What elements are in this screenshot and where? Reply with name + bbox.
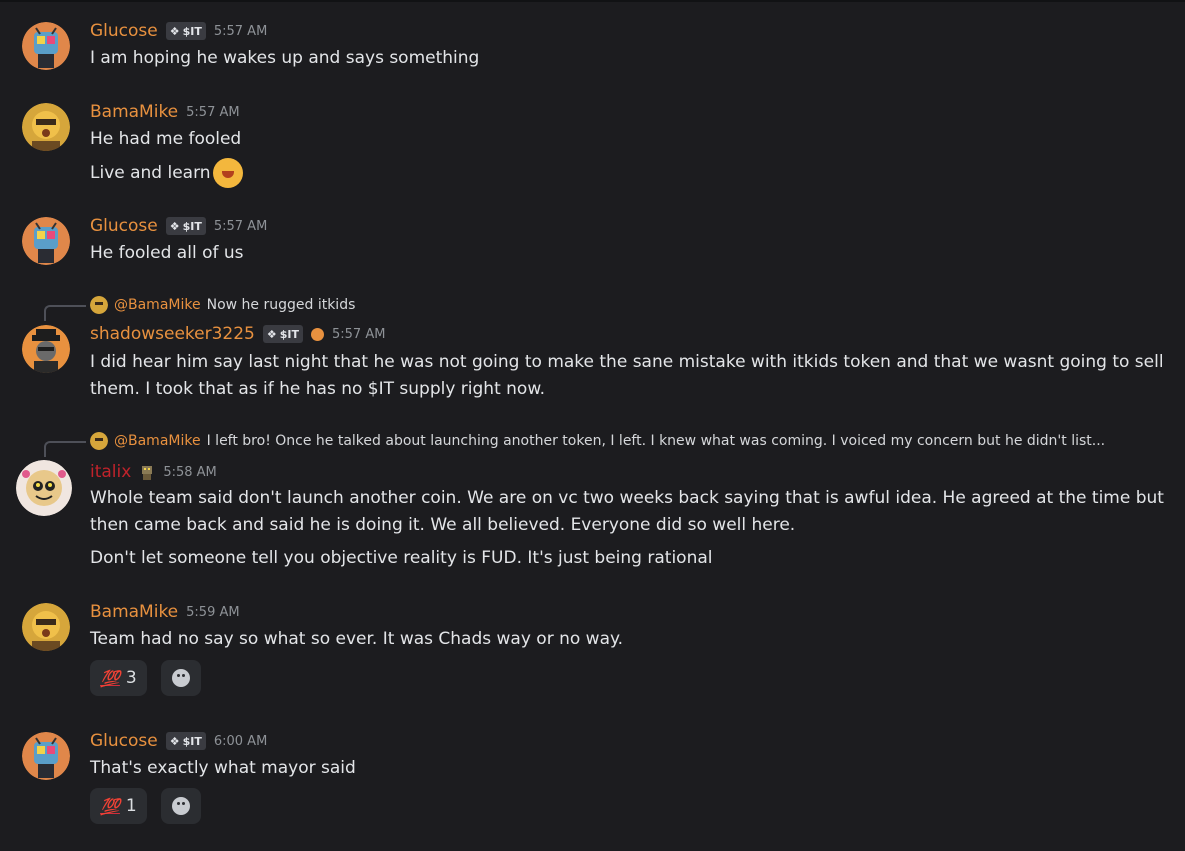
username[interactable]: shadowseeker3225 xyxy=(90,324,255,344)
avatar-bamamike-mini xyxy=(90,432,108,450)
avatar-glucose[interactable] xyxy=(22,217,70,265)
server-tag[interactable]: ❖ $IT xyxy=(165,22,206,40)
smiling-emoji xyxy=(212,158,243,188)
diamond-icon: ❖ xyxy=(169,24,180,38)
username[interactable]: Glucose xyxy=(90,21,158,41)
hundred-emoji: 💯 xyxy=(100,796,120,816)
server-tag[interactable]: ❖ $IT xyxy=(165,732,206,750)
message-text: I am hoping he wakes up and says somethi… xyxy=(90,48,480,68)
reply-mention[interactable]: @BamaMike xyxy=(114,433,201,449)
username[interactable]: BamaMike xyxy=(90,602,178,622)
diamond-icon: ❖ xyxy=(169,734,180,748)
avatar-bamamike[interactable] xyxy=(22,603,70,651)
hundred-emoji: 💯 xyxy=(100,668,120,688)
diamond-icon: ❖ xyxy=(169,219,180,233)
timestamp: 5:57 AM xyxy=(213,218,268,234)
message-text: Whole team said don't launch another coi… xyxy=(90,488,1164,508)
timestamp: 5:57 AM xyxy=(213,23,268,39)
reaction-count: 1 xyxy=(125,796,137,816)
message-text: That's exactly what mayor said xyxy=(90,758,356,778)
reaction-count: 3 xyxy=(125,668,137,688)
timestamp: 6:00 AM xyxy=(213,733,268,749)
role-icon xyxy=(139,464,155,480)
add-reaction-button[interactable] xyxy=(161,660,201,696)
avatar-bamamike[interactable] xyxy=(22,103,70,151)
timestamp: 5:57 AM xyxy=(186,104,240,120)
reply-spine xyxy=(44,441,86,457)
message-text-2: Live and learn xyxy=(90,158,243,188)
username[interactable]: Glucose xyxy=(90,216,158,236)
reply-text: I left bro! Once he talked about launchi… xyxy=(206,433,1106,449)
avatar-italix[interactable] xyxy=(16,460,72,516)
reaction-hundred[interactable]: 💯 1 xyxy=(90,788,147,824)
add-reaction-icon xyxy=(172,797,190,815)
message-text: Don't let someone tell you objective rea… xyxy=(90,548,713,568)
add-reaction-button[interactable] xyxy=(161,788,201,824)
message-text: He fooled all of us xyxy=(90,243,244,263)
username[interactable]: italix xyxy=(90,462,131,482)
timestamp: 5:58 AM xyxy=(163,464,217,480)
timestamp: 5:57 AM xyxy=(332,326,386,342)
reply-spine xyxy=(44,305,86,321)
reply-preview[interactable]: @BamaMike Now he rugged itkids xyxy=(90,296,355,314)
top-border xyxy=(0,0,1185,2)
message-text: Live and learn xyxy=(90,163,211,183)
server-tag[interactable]: ❖ $IT xyxy=(165,217,206,235)
avatar-glucose[interactable] xyxy=(22,732,70,780)
reaction-hundred[interactable]: 💯 3 xyxy=(90,660,147,696)
avatar-bamamike-mini xyxy=(90,296,108,314)
diamond-icon: ❖ xyxy=(266,327,277,341)
add-reaction-icon xyxy=(172,669,190,687)
avatar-shadowseeker[interactable] xyxy=(22,325,70,373)
message-text: He had me fooled xyxy=(90,129,242,149)
username[interactable]: BamaMike xyxy=(90,102,178,122)
booster-badge-icon[interactable] xyxy=(311,327,324,341)
timestamp: 5:59 AM xyxy=(186,604,240,620)
avatar-glucose[interactable] xyxy=(22,22,70,70)
message-text: Team had no say so what so ever. It was … xyxy=(90,629,624,649)
reply-preview[interactable]: @BamaMike I left bro! Once he talked abo… xyxy=(90,432,1105,450)
username[interactable]: Glucose xyxy=(90,731,158,751)
message-text: I did hear him say last night that he wa… xyxy=(90,352,1164,372)
reply-text: Now he rugged itkids xyxy=(206,297,356,313)
message-text: then came back and said he is doing it. … xyxy=(90,515,796,535)
server-tag[interactable]: ❖ $IT xyxy=(262,325,303,343)
reply-mention[interactable]: @BamaMike xyxy=(114,297,201,313)
message-text: them. I took that as if he has no $IT su… xyxy=(90,379,546,399)
